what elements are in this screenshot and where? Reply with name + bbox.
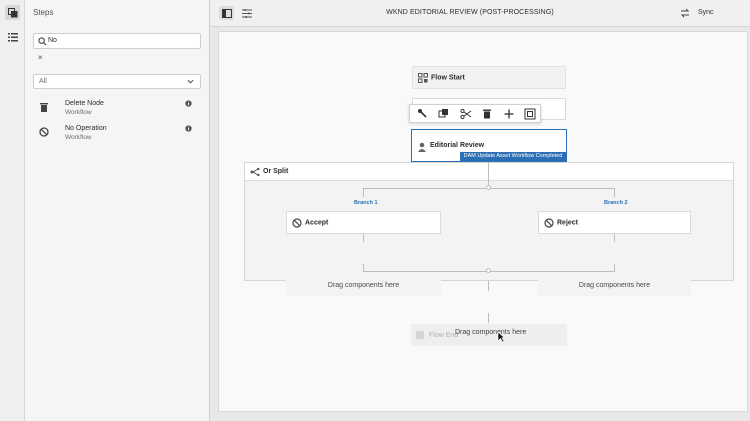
search-input[interactable]: No (33, 33, 201, 49)
ghost-label: Flow End (429, 332, 459, 339)
connector-line (363, 188, 364, 197)
left-rail (0, 0, 25, 421)
step-item-delete-node[interactable]: Delete Node Workflow (33, 100, 201, 122)
step-name: No Operation (65, 125, 107, 132)
editor-topbar: WKND EDITORIAL REVIEW (POST-PROCESSING) … (210, 0, 750, 27)
copy-icon[interactable] (438, 108, 450, 120)
flow-start-node[interactable]: Flow Start (412, 66, 566, 89)
group-filter-select[interactable]: All (33, 74, 201, 89)
flow-end-icon (416, 331, 424, 339)
or-split-label: Or Split (263, 168, 289, 175)
branch-label: Branch 1 (354, 200, 378, 206)
node-label: Accept (305, 219, 329, 226)
sync-button[interactable]: Sync (698, 9, 714, 16)
split-icon (250, 167, 260, 177)
side-panel-toggle-icon[interactable] (219, 6, 234, 20)
step-name: Delete Node (65, 100, 104, 107)
info-icon[interactable] (185, 125, 192, 132)
node-label: Editorial Review (430, 142, 485, 149)
list-icon[interactable] (5, 30, 20, 45)
sync-icon[interactable] (680, 8, 690, 18)
chevron-down-icon (187, 79, 194, 84)
connector-dot (486, 185, 491, 190)
flow-icon (418, 72, 428, 83)
no-entry-icon (292, 217, 302, 228)
branch-label: Branch 2 (604, 200, 628, 206)
search-icon (38, 37, 47, 46)
drop-hint: Drag components here (455, 329, 527, 336)
node-label: Flow Start (431, 74, 465, 81)
drop-zone[interactable]: Drag components here (538, 276, 691, 296)
cut-icon[interactable] (460, 108, 472, 120)
step-group: Workflow (65, 109, 92, 116)
drop-zone[interactable]: Drag components here (286, 276, 441, 296)
node-label: Reject (557, 219, 579, 226)
trash-icon (40, 103, 48, 112)
search-value: No (48, 37, 57, 44)
steps-panel: Steps No × All Delete Node Workflow No O… (25, 0, 210, 421)
info-icon[interactable] (185, 100, 192, 107)
workflow-title: WKND EDITORIAL REVIEW (POST-PROCESSING) (386, 9, 554, 16)
clear-search-button[interactable]: × (38, 53, 43, 62)
connector-line (363, 234, 364, 242)
status-badge: DAM Update Asset Workflow Completed (460, 152, 566, 161)
group-icon[interactable] (524, 108, 536, 120)
step-group: Workflow (65, 134, 92, 141)
connector-line (614, 188, 615, 197)
plus-icon[interactable] (503, 108, 515, 120)
cursor-icon (497, 331, 505, 343)
accept-node[interactable]: Accept (286, 211, 441, 234)
step-item-no-operation[interactable]: No Operation Workflow (33, 125, 201, 147)
trash-icon[interactable] (481, 108, 493, 120)
connector-dot (486, 268, 491, 273)
step-toolbar (409, 104, 541, 123)
connector-line (614, 264, 615, 272)
properties-icon[interactable] (239, 6, 254, 20)
connector-line (488, 281, 489, 291)
connector-line (488, 313, 489, 323)
connector-line (614, 234, 615, 242)
drop-zone[interactable]: Flow End Drag components here (411, 324, 567, 346)
no-entry-icon (39, 127, 49, 137)
filter-value: All (39, 78, 47, 85)
or-split-header: Or Split (245, 163, 733, 181)
user-icon (418, 142, 426, 152)
wrench-icon[interactable] (417, 108, 429, 120)
panel-title: Steps (33, 8, 54, 17)
copy-icon[interactable] (5, 5, 20, 20)
reject-node[interactable]: Reject (538, 211, 691, 234)
no-entry-icon (544, 217, 554, 228)
